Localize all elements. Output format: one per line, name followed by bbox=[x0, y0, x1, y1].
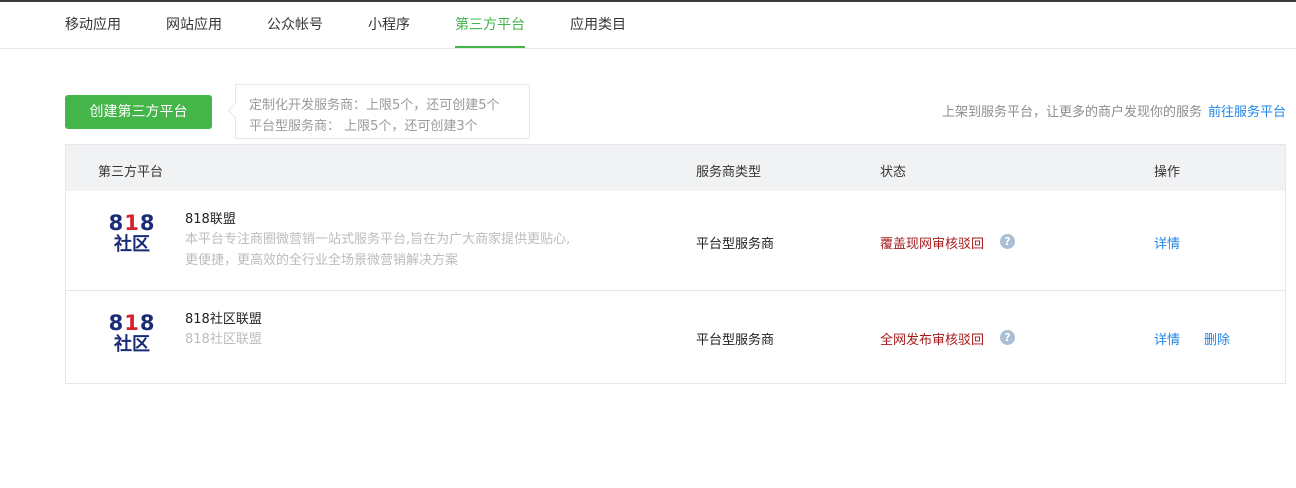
active-tab-underline bbox=[455, 46, 525, 48]
question-mark-icon[interactable]: ? bbox=[1000, 330, 1015, 345]
platform-logo: 818 社区 bbox=[104, 213, 160, 261]
platform-description-line: 818社区联盟 bbox=[185, 332, 262, 347]
platform-description-line: 本平台专注商圈微营销一站式服务平台,旨在为广大商家提供更贴心, bbox=[185, 232, 571, 247]
details-link[interactable]: 详情 bbox=[1154, 329, 1180, 348]
provider-type: 平台型服务商 bbox=[696, 333, 775, 348]
tab-official-account[interactable]: 公众帐号 bbox=[267, 14, 323, 34]
tab-website-app[interactable]: 网站应用 bbox=[166, 14, 222, 34]
go-to-service-platform-link[interactable]: 前往服务平台 bbox=[1208, 105, 1286, 120]
delete-link[interactable]: 删除 bbox=[1204, 329, 1230, 348]
logo-number: 818 bbox=[108, 311, 156, 335]
platform-name: 818联盟 bbox=[185, 212, 236, 227]
service-platform-text: 上架到服务平台，让更多的商户发现你的服务 bbox=[941, 105, 1202, 120]
logo-text: 社区 bbox=[114, 334, 150, 355]
tip-arrow bbox=[227, 102, 244, 119]
platform-name: 818社区联盟 bbox=[185, 312, 262, 327]
provider-type: 平台型服务商 bbox=[696, 237, 775, 252]
tip-platform-quota: 平台型服务商： 上限5个，还可创建3个 bbox=[249, 119, 478, 134]
column-header-actions: 操作 bbox=[1154, 165, 1181, 180]
platform-description: 818社区联盟 bbox=[185, 329, 625, 350]
logo-number: 818 bbox=[108, 211, 156, 235]
table-row: 818 社区 818社区联盟 818社区联盟 平台型服务商 全网发布审核驳回 ?… bbox=[66, 291, 1285, 383]
quota-tip-box: 定制化开发服务商：上限5个，还可创建5个 平台型服务商： 上限5个，还可创建3个 bbox=[227, 84, 530, 139]
tab-app-category[interactable]: 应用类目 bbox=[570, 14, 626, 34]
table-header: 第三方平台 服务商类型 状态 操作 bbox=[66, 145, 1285, 191]
platform-description: 本平台专注商圈微营销一站式服务平台,旨在为广大商家提供更贴心, 更便捷，更高效的… bbox=[185, 229, 625, 271]
status-text: 覆盖现网审核驳回 bbox=[880, 237, 985, 252]
column-header-status: 状态 bbox=[880, 165, 907, 180]
service-platform-note: 上架到服务平台，让更多的商户发现你的服务 前往服务平台 bbox=[942, 101, 1286, 120]
logo-text: 社区 bbox=[114, 234, 150, 255]
column-header-provider-type: 服务商类型 bbox=[696, 165, 762, 180]
tab-third-party-platform[interactable]: 第三方平台 bbox=[455, 14, 525, 34]
tab-bar: 移动应用 网站应用 公众帐号 小程序 第三方平台 应用类目 bbox=[0, 2, 1296, 49]
tip-custom-dev-quota: 定制化开发服务商：上限5个，还可创建5个 bbox=[249, 98, 500, 113]
tab-mini-program[interactable]: 小程序 bbox=[368, 14, 410, 34]
column-header-platform: 第三方平台 bbox=[98, 165, 164, 180]
platform-logo: 818 社区 bbox=[104, 313, 160, 361]
table-row: 818 社区 818联盟 本平台专注商圈微营销一站式服务平台,旨在为广大商家提供… bbox=[66, 191, 1285, 291]
platform-table: 第三方平台 服务商类型 状态 操作 818 社区 818联盟 本平台专注商圈微营… bbox=[65, 144, 1286, 384]
details-link[interactable]: 详情 bbox=[1154, 233, 1180, 252]
status-text: 全网发布审核驳回 bbox=[880, 333, 985, 348]
platform-description-line: 更便捷，更高效的全行业全场景微营销解决方案 bbox=[185, 253, 459, 268]
question-mark-icon[interactable]: ? bbox=[1000, 234, 1015, 249]
create-third-party-platform-button[interactable]: 创建第三方平台 bbox=[65, 95, 212, 129]
tab-mobile-app[interactable]: 移动应用 bbox=[65, 14, 121, 34]
